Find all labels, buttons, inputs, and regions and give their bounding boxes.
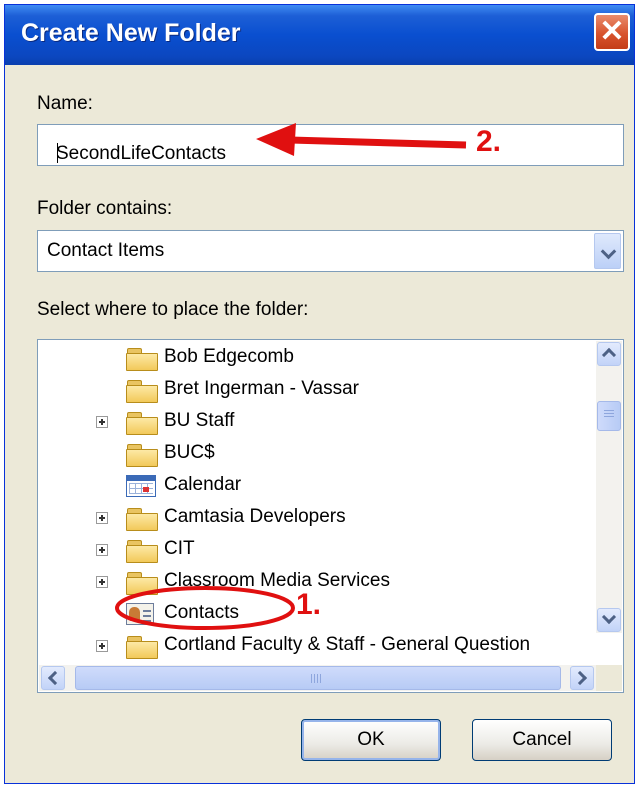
place-folder-label: Select where to place the folder: (37, 299, 309, 320)
contacts-icon (126, 603, 154, 625)
tree-item[interactable]: Calendar (38, 472, 598, 500)
expand-icon[interactable] (96, 512, 108, 524)
close-icon: ✕ (599, 15, 625, 48)
folder-icon (126, 540, 158, 563)
vertical-scrollbar[interactable] (596, 341, 622, 633)
scrollbar-corner (596, 665, 622, 691)
dropdown-button[interactable] (594, 233, 621, 269)
horizontal-scroll-thumb[interactable] (75, 666, 561, 690)
expand-icon[interactable] (96, 416, 108, 428)
folder-contains-label: Folder contains: (37, 198, 173, 219)
tree-item[interactable]: Bret Ingerman - Vassar (38, 376, 598, 404)
scroll-up-button[interactable] (597, 342, 621, 366)
tree-item[interactable]: CIT (38, 536, 598, 564)
expand-icon[interactable] (96, 640, 108, 652)
tree-item-label: Calendar (164, 474, 242, 495)
close-button[interactable]: ✕ (594, 13, 630, 51)
tree-item[interactable]: Cortland Faculty & Staff - General Quest… (38, 632, 598, 660)
scroll-down-button[interactable] (597, 608, 621, 632)
folder-tree: Bob Edgecomb Bret Ingerman - Vassar BU S… (37, 339, 624, 693)
tree-item-label: Cortland Faculty & Staff - General Quest… (164, 634, 531, 655)
chevron-down-icon (600, 243, 617, 260)
expand-icon[interactable] (96, 576, 108, 588)
folder-contains-select[interactable]: Contact Items (37, 230, 624, 272)
horizontal-scrollbar[interactable] (39, 665, 597, 691)
tree-item-label: Classroom Media Services (164, 570, 390, 591)
folder-icon (126, 380, 158, 403)
tree-item-label: CIT (164, 538, 195, 559)
annotation-step-2: 2. (476, 125, 502, 158)
folder-contains-value: Contact Items (47, 240, 165, 261)
ok-button[interactable]: OK (301, 719, 441, 761)
annotation-step-1: 1. (296, 588, 322, 621)
folder-icon (126, 444, 158, 467)
folder-icon (126, 636, 158, 659)
chevron-left-icon (47, 670, 63, 686)
calendar-icon (126, 475, 156, 497)
tree-item-label: BU Staff (164, 410, 235, 431)
folder-icon (126, 348, 158, 371)
chevron-right-icon (572, 670, 588, 686)
tree-item-label: Bret Ingerman - Vassar (164, 378, 360, 399)
tree-item-label: BUC$ (164, 442, 215, 463)
create-new-folder-dialog: Create New Folder ✕ Name: SecondLifeCont… (4, 4, 635, 784)
name-input[interactable]: SecondLifeContacts (37, 124, 624, 166)
chevron-up-icon (601, 347, 617, 363)
tree-item[interactable]: BU Staff (38, 408, 598, 436)
vertical-scroll-thumb[interactable] (597, 401, 621, 431)
tree-item[interactable]: BUC$ (38, 440, 598, 468)
scroll-right-button[interactable] (570, 666, 594, 690)
title-bar: Create New Folder ✕ (5, 5, 634, 65)
dialog-title: Create New Folder (21, 19, 241, 47)
tree-item[interactable]: Camtasia Developers (38, 504, 598, 532)
tree-item-label: Contacts (164, 602, 239, 623)
scroll-left-button[interactable] (41, 666, 65, 690)
name-label: Name: (37, 93, 93, 114)
folder-icon (126, 508, 158, 531)
tree-item[interactable]: Bob Edgecomb (38, 344, 598, 372)
expand-icon[interactable] (96, 544, 108, 556)
tree-item-label: Bob Edgecomb (164, 346, 294, 367)
folder-icon (126, 412, 158, 435)
folder-icon (126, 572, 158, 595)
tree-item-label: Camtasia Developers (164, 506, 346, 527)
chevron-down-icon (601, 609, 617, 625)
cancel-button[interactable]: Cancel (472, 719, 612, 761)
